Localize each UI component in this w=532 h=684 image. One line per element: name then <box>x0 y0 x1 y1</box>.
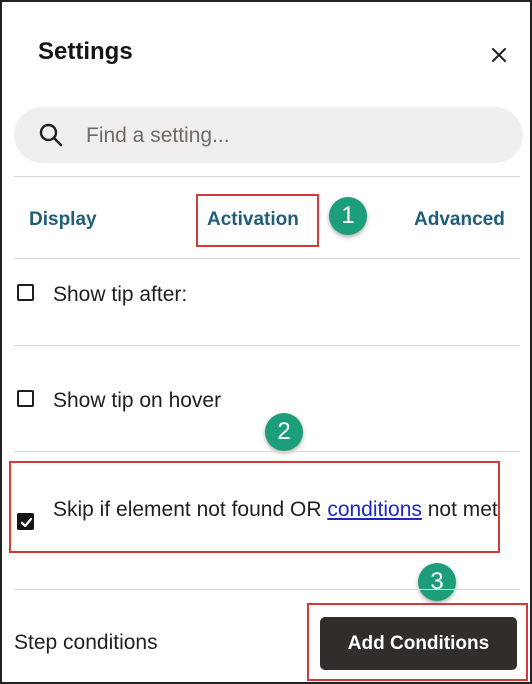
conditions-link[interactable]: conditions <box>327 498 422 521</box>
callout-badge-3: 3 <box>418 563 456 601</box>
panel-title: Settings <box>38 38 133 65</box>
divider <box>14 176 520 177</box>
divider <box>14 345 520 346</box>
close-icon <box>492 48 506 62</box>
skip-text-before: Skip if element not found OR <box>53 498 328 521</box>
search-box[interactable] <box>14 107 523 163</box>
divider <box>14 589 520 590</box>
divider <box>14 451 520 452</box>
show-tip-after-checkbox[interactable] <box>17 284 34 301</box>
show-tip-on-hover-checkbox[interactable] <box>17 390 34 407</box>
tab-advanced[interactable]: Advanced <box>414 209 505 231</box>
settings-panel: Settings Display Activation Advanced 1 S… <box>0 0 532 684</box>
close-button[interactable] <box>486 42 512 68</box>
skip-if-not-found-label: Skip if element not found OR conditions … <box>53 494 498 525</box>
checkmark-icon <box>20 517 33 528</box>
show-tip-on-hover-label: Show tip on hover <box>53 389 222 412</box>
skip-text-after: not met <box>421 498 498 521</box>
skip-if-not-found-checkbox[interactable] <box>17 513 34 530</box>
tab-display[interactable]: Display <box>29 209 97 231</box>
callout-badge-1: 1 <box>329 197 367 235</box>
callout-highlight-activation <box>196 194 319 247</box>
show-tip-after-label: Show tip after: <box>53 283 188 306</box>
search-input[interactable] <box>84 115 508 157</box>
search-icon <box>39 123 63 147</box>
callout-badge-2: 2 <box>265 413 303 451</box>
step-conditions-label: Step conditions <box>14 631 158 654</box>
add-conditions-button[interactable]: Add Conditions <box>320 617 517 670</box>
divider <box>14 258 520 259</box>
